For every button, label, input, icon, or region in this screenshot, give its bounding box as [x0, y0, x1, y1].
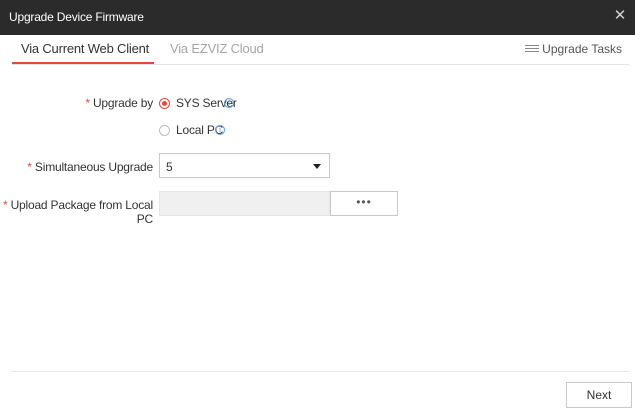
upgrade-tasks-label: Upgrade Tasks — [542, 42, 622, 56]
upload-package-label: * Upload Package from Local PC — [0, 198, 153, 226]
footer-divider — [12, 371, 629, 372]
window-title: Upgrade Device Firmware — [9, 10, 144, 24]
simultaneous-upgrade-value: 5 — [166, 160, 173, 174]
simultaneous-upgrade-label-text: Simultaneous Upgrade — [34, 160, 153, 174]
simultaneous-upgrade-select[interactable]: 5 — [159, 153, 330, 178]
tab-bar: Via Current Web Client Via EZVIZ Cloud U… — [0, 35, 635, 65]
radio-sys-server[interactable] — [159, 98, 170, 109]
required-marker: * — [85, 96, 90, 110]
simultaneous-upgrade-label: * Simultaneous Upgrade — [20, 160, 153, 174]
required-marker: * — [27, 160, 32, 174]
title-bar: Upgrade Device Firmware ✕ — [0, 0, 635, 35]
upload-package-label-text: Upload Package from Local PC — [10, 198, 154, 226]
required-marker: * — [2, 198, 8, 212]
next-button[interactable]: Next — [566, 382, 632, 408]
list-icon — [525, 44, 540, 54]
tab-via-ezviz-cloud[interactable]: Via EZVIZ Cloud — [170, 41, 264, 56]
upgrade-by-label: * Upgrade by — [60, 96, 153, 110]
upgrade-by-label-text: Upgrade by — [92, 96, 153, 110]
radio-local-pc[interactable] — [159, 125, 170, 136]
upgrade-tasks-button[interactable]: Upgrade Tasks — [525, 42, 622, 56]
tab-via-current-web-client[interactable]: Via Current Web Client — [21, 41, 149, 56]
browse-button[interactable]: ••• — [330, 191, 398, 216]
info-icon[interactable]: i — [215, 125, 225, 135]
tab-divider — [12, 64, 629, 65]
info-icon[interactable]: i — [224, 98, 234, 108]
chevron-down-icon — [313, 164, 321, 169]
close-icon[interactable]: ✕ — [611, 7, 629, 25]
upload-package-field[interactable] — [159, 191, 330, 216]
